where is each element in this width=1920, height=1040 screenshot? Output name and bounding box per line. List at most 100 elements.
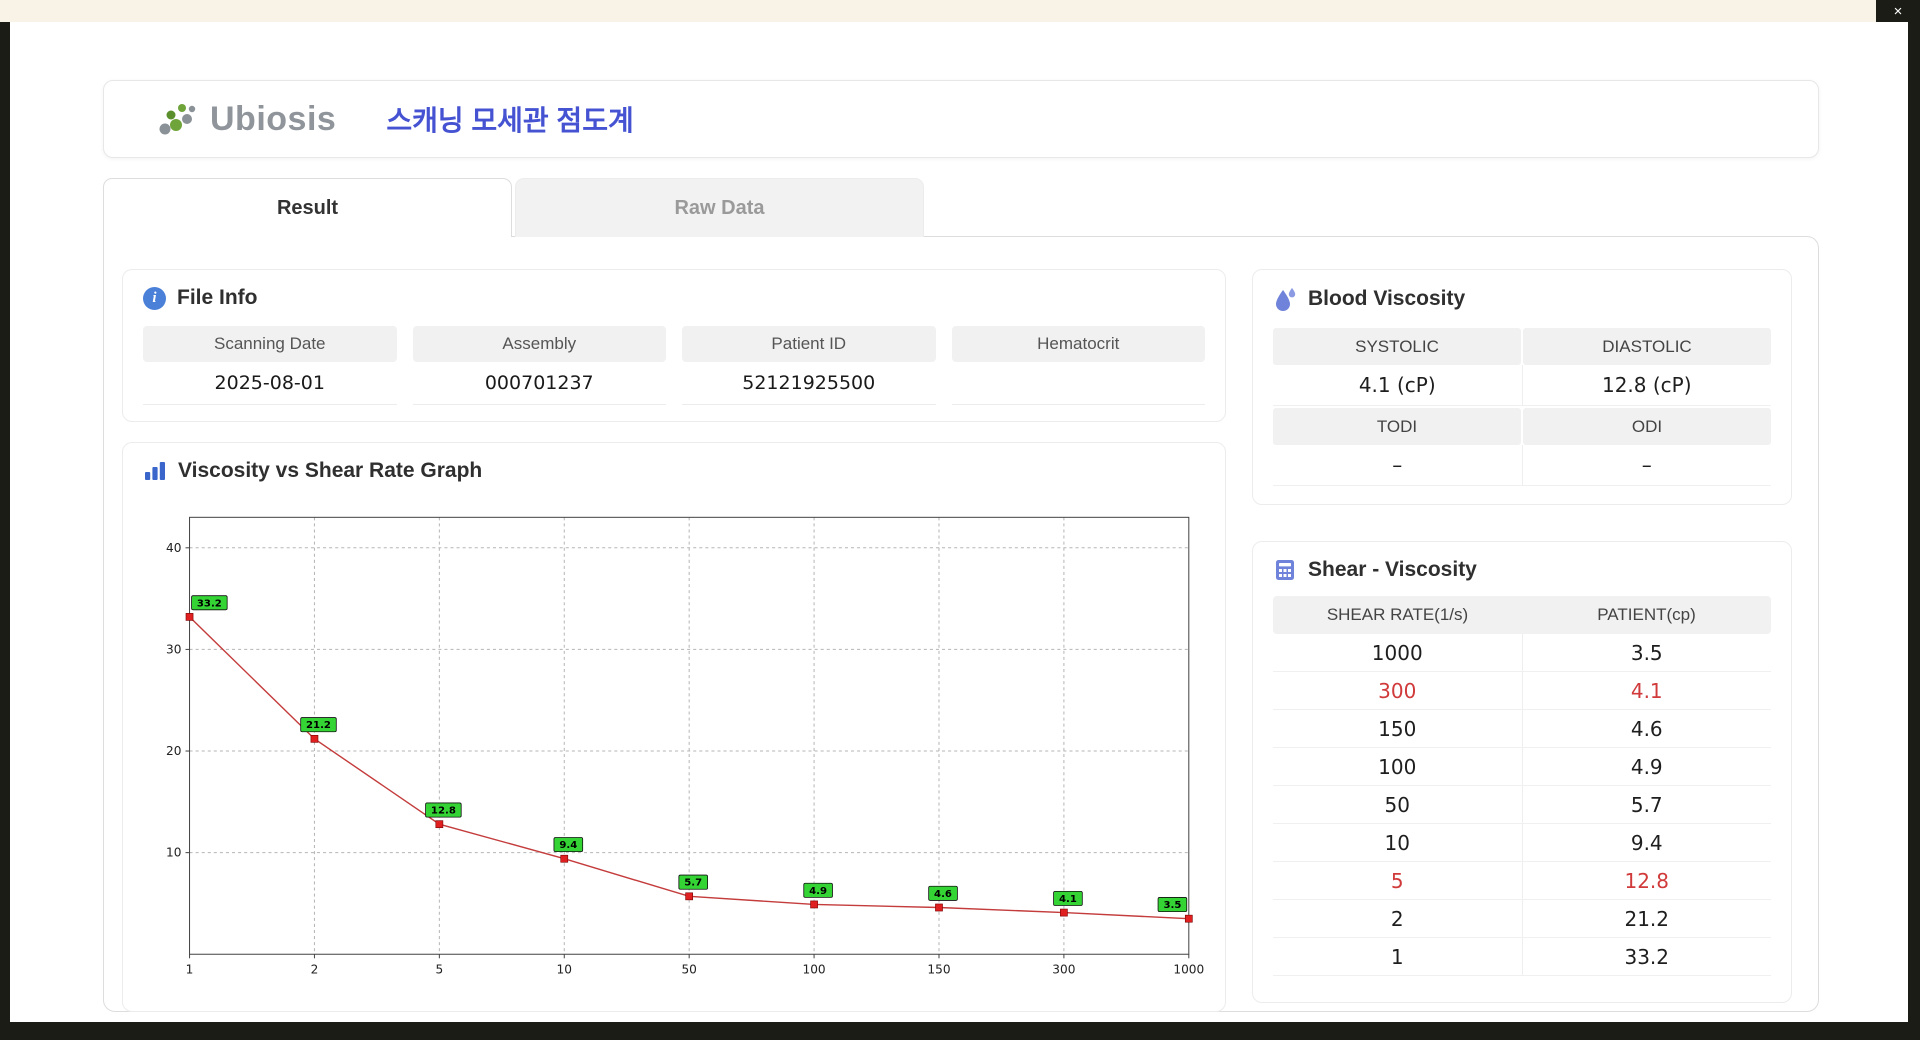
file-info-card: i File Info Scanning Date 2025-08-01 Ass… — [122, 269, 1226, 422]
field-value: 000701237 — [484, 372, 594, 394]
right-column: Blood Viscosity SYSTOLIC DIASTOLIC 4.1 (… — [1252, 269, 1792, 1003]
field-assembly: Assembly 000701237 — [412, 326, 666, 405]
shear-rate-cell: 10 — [1273, 824, 1523, 861]
shear-table-row: 50 5.7 — [1273, 786, 1771, 824]
odi-value: – — [1522, 445, 1771, 486]
tab-bar: Result Raw Data — [103, 178, 1908, 237]
blood-drop-icon — [1273, 286, 1297, 312]
shear-rate-cell: 5 — [1273, 862, 1523, 899]
patient-cell: 21.2 — [1624, 906, 1670, 931]
svg-text:1000: 1000 — [1173, 962, 1204, 976]
viscosity-chart-svg: 1 2 5 10 50 100 150 300 1000 10 20 30 40 33.2 21.2 12.8… — [166, 516, 1204, 976]
graph-card: Viscosity vs Shear Rate Graph 1 2 5 10 50 100… — [122, 442, 1226, 1012]
shear-rate-cell: 1 — [1273, 938, 1523, 975]
odi-label: ODI — [1523, 408, 1771, 445]
svg-text:150: 150 — [927, 962, 950, 976]
field-label: Scanning Date — [143, 326, 397, 362]
svg-text:4.6: 4.6 — [934, 889, 952, 900]
svg-text:10: 10 — [166, 846, 181, 860]
diastolic-value: 12.8 (cP) — [1522, 365, 1771, 406]
svg-text:3.5: 3.5 — [1163, 900, 1181, 911]
shear-table-header: SHEAR RATE(1/s) PATIENT(cp) — [1273, 596, 1771, 634]
svg-text:40: 40 — [166, 541, 181, 555]
viscosity-chart: 1 2 5 10 50 100 150 300 1000 10 20 30 40 33.2 21.2 12.8… — [143, 489, 1205, 995]
svg-text:12.8: 12.8 — [431, 806, 456, 817]
svg-text:20: 20 — [166, 744, 181, 758]
svg-text:33.2: 33.2 — [197, 598, 222, 609]
patient-cell: 5.7 — [1630, 792, 1663, 817]
shear-rate-cell: 150 — [1273, 710, 1523, 747]
close-zone: × — [1876, 0, 1920, 22]
tab-raw-data[interactable]: Raw Data — [515, 178, 924, 237]
systolic-value: 4.1 (cP) — [1273, 365, 1523, 406]
patient-cell: 9.4 — [1630, 830, 1663, 855]
blood-viscosity-table: SYSTOLIC DIASTOLIC 4.1 (cP) 12.8 (cP) TO… — [1273, 328, 1771, 486]
shear-rate-cell: 300 — [1273, 672, 1523, 709]
close-icon[interactable]: × — [1894, 4, 1903, 19]
shear-rate-cell: 100 — [1273, 748, 1523, 785]
svg-text:300: 300 — [1052, 962, 1075, 976]
tab-result[interactable]: Result — [103, 178, 512, 237]
field-label: Patient ID — [682, 326, 936, 362]
svg-text:100: 100 — [803, 962, 826, 976]
svg-text:21.2: 21.2 — [306, 720, 331, 731]
svg-text:50: 50 — [681, 962, 696, 976]
todi-label: TODI — [1273, 408, 1521, 445]
shear-table-row: 300 4.1 — [1273, 672, 1771, 710]
svg-text:10: 10 — [557, 962, 572, 976]
shear-viscosity-title: Shear - Viscosity — [1273, 558, 1771, 582]
patient-cell: 4.9 — [1630, 754, 1663, 779]
patient-cell: 4.1 — [1630, 678, 1663, 703]
svg-text:2: 2 — [311, 962, 319, 976]
svg-text:5: 5 — [435, 962, 443, 976]
shear-viscosity-table: SHEAR RATE(1/s) PATIENT(cp) 1000 3.5 300… — [1273, 596, 1771, 976]
result-panel: i File Info Scanning Date 2025-08-01 Ass… — [103, 236, 1819, 1012]
shear-rate-cell: 50 — [1273, 786, 1523, 823]
shear-table-row: 150 4.6 — [1273, 710, 1771, 748]
field-value — [952, 362, 1206, 404]
field-patient-id: Patient ID 52121925500 — [682, 326, 936, 405]
field-label: Assembly — [412, 326, 666, 362]
header-card: Ubiosis 스캐닝 모세관 점도계 — [103, 80, 1819, 158]
todi-value: – — [1273, 445, 1523, 486]
field-value: 2025-08-01 — [214, 372, 325, 394]
shear-viscosity-title-text: Shear - Viscosity — [1308, 558, 1477, 581]
patient-cell: 3.5 — [1630, 640, 1663, 665]
desktop-titlebar — [0, 0, 1920, 22]
ubiosis-logo: Ubiosis — [156, 98, 336, 140]
shear-table-row: 1000 3.5 — [1273, 634, 1771, 672]
shear-table-row: 2 21.2 — [1273, 900, 1771, 938]
leaf-logo-icon — [156, 98, 202, 140]
diastolic-label: DIASTOLIC — [1523, 328, 1771, 365]
blood-viscosity-title: Blood Viscosity — [1273, 286, 1771, 312]
logo-text: Ubiosis — [210, 99, 337, 138]
shear-rate-header: SHEAR RATE(1/s) — [1326, 605, 1469, 624]
app-title: 스캐닝 모세관 점도계 — [386, 105, 634, 136]
graph-title-text: Viscosity vs Shear Rate Graph — [178, 459, 483, 482]
shear-rate-cell: 2 — [1273, 900, 1523, 937]
svg-text:4.1: 4.1 — [1059, 894, 1077, 905]
blood-viscosity-title-text: Blood Viscosity — [1308, 287, 1466, 310]
info-icon: i — [143, 286, 166, 310]
svg-text:30: 30 — [166, 642, 181, 656]
svg-text:5.7: 5.7 — [684, 878, 702, 889]
patient-cell: 33.2 — [1624, 944, 1670, 969]
field-label: Hematocrit — [951, 326, 1205, 362]
shear-table-row: 100 4.9 — [1273, 748, 1771, 786]
patient-header: PATIENT(cp) — [1597, 605, 1696, 624]
calculator-icon — [1273, 558, 1297, 582]
file-info-title: i File Info — [143, 286, 1205, 310]
patient-cell: 12.8 — [1624, 868, 1670, 893]
bar-chart-icon — [143, 459, 167, 483]
file-info-title-text: File Info — [177, 286, 258, 309]
field-value: 52121925500 — [742, 372, 876, 394]
file-info-fields: Scanning Date 2025-08-01 Assembly 000701… — [143, 326, 1205, 405]
svg-text:9.4: 9.4 — [559, 840, 577, 851]
shear-table-row: 1 33.2 — [1273, 938, 1771, 976]
svg-text:1: 1 — [186, 962, 194, 976]
graph-title: Viscosity vs Shear Rate Graph — [143, 459, 1205, 483]
systolic-label: SYSTOLIC — [1273, 328, 1521, 365]
left-column: i File Info Scanning Date 2025-08-01 Ass… — [122, 269, 1226, 1012]
app-window: Ubiosis 스캐닝 모세관 점도계 Result Raw Data i Fi… — [10, 22, 1908, 1022]
shear-viscosity-card: Shear - Viscosity SHEAR RATE(1/s) PATIEN… — [1252, 541, 1792, 1003]
